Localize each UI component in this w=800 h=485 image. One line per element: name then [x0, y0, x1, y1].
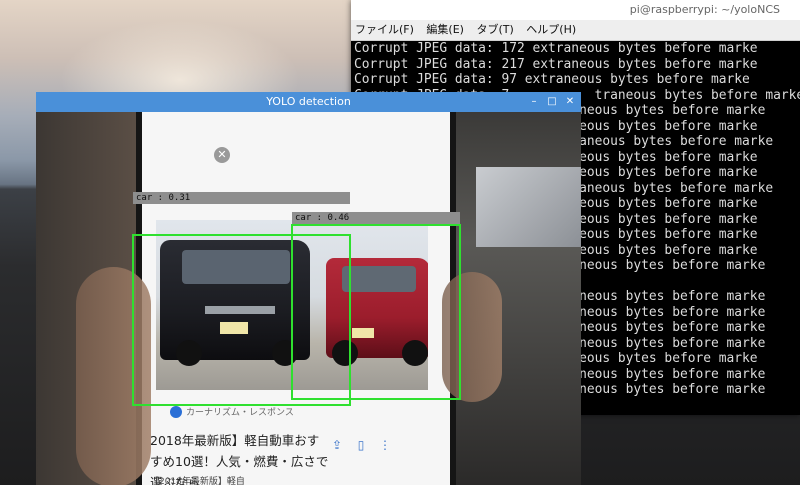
site-logo-icon: [170, 406, 182, 418]
terminal-title: pi@raspberrypi: ~/yoloNCS: [629, 3, 780, 16]
background-monitor: [476, 167, 581, 247]
terminal-menubar: ファイル(F) 編集(E) タブ(T) ヘルプ(H): [351, 20, 800, 41]
share-icon: ⇪: [331, 438, 343, 452]
yolo-detection-window[interactable]: YOLO detection – □ ✕ ✕ カーナリズム・レスポンス ⇪ ▯ …: [36, 92, 581, 485]
menu-file[interactable]: ファイル(F): [355, 23, 414, 36]
terminal-line: Corrupt JPEG data: 97 extraneous bytes b…: [354, 72, 750, 87]
article-actions: ⇪ ▯ ⋮: [330, 438, 392, 452]
detection-label: car : 0.31: [133, 192, 350, 204]
yolo-titlebar[interactable]: YOLO detection – □ ✕: [36, 92, 581, 112]
terminal-line: Corrupt JPEG data: 217 extraneous bytes …: [354, 56, 758, 72]
menu-edit[interactable]: 編集(E): [426, 23, 464, 36]
menu-help[interactable]: ヘルプ(H): [526, 23, 576, 36]
article-subline: 【2018年最新版】軽自: [150, 477, 245, 485]
yolo-title: YOLO detection: [266, 95, 351, 108]
menu-tabs[interactable]: タブ(T): [476, 23, 513, 36]
maximize-icon[interactable]: □: [547, 92, 557, 112]
terminal-titlebar[interactable]: pi@raspberrypi: ~/yoloNCS: [351, 0, 800, 20]
camera-frame: ✕ カーナリズム・レスポンス ⇪ ▯ ⋮ 2018年最新版】軽自動車おすすめ10…: [36, 112, 581, 485]
terminal-line: Corrupt JPEG data: 172 extraneous bytes …: [354, 41, 758, 56]
site-name: カーナリズム・レスポンス: [186, 408, 294, 418]
more-icon: ⋮: [379, 438, 391, 452]
minimize-icon[interactable]: –: [529, 92, 539, 112]
detection-label: car : 0.46: [292, 212, 460, 224]
detection-box: [291, 224, 461, 400]
bookmark-icon: ▯: [357, 438, 365, 452]
close-icon[interactable]: ✕: [565, 92, 575, 112]
close-circle-icon: ✕: [214, 147, 230, 163]
